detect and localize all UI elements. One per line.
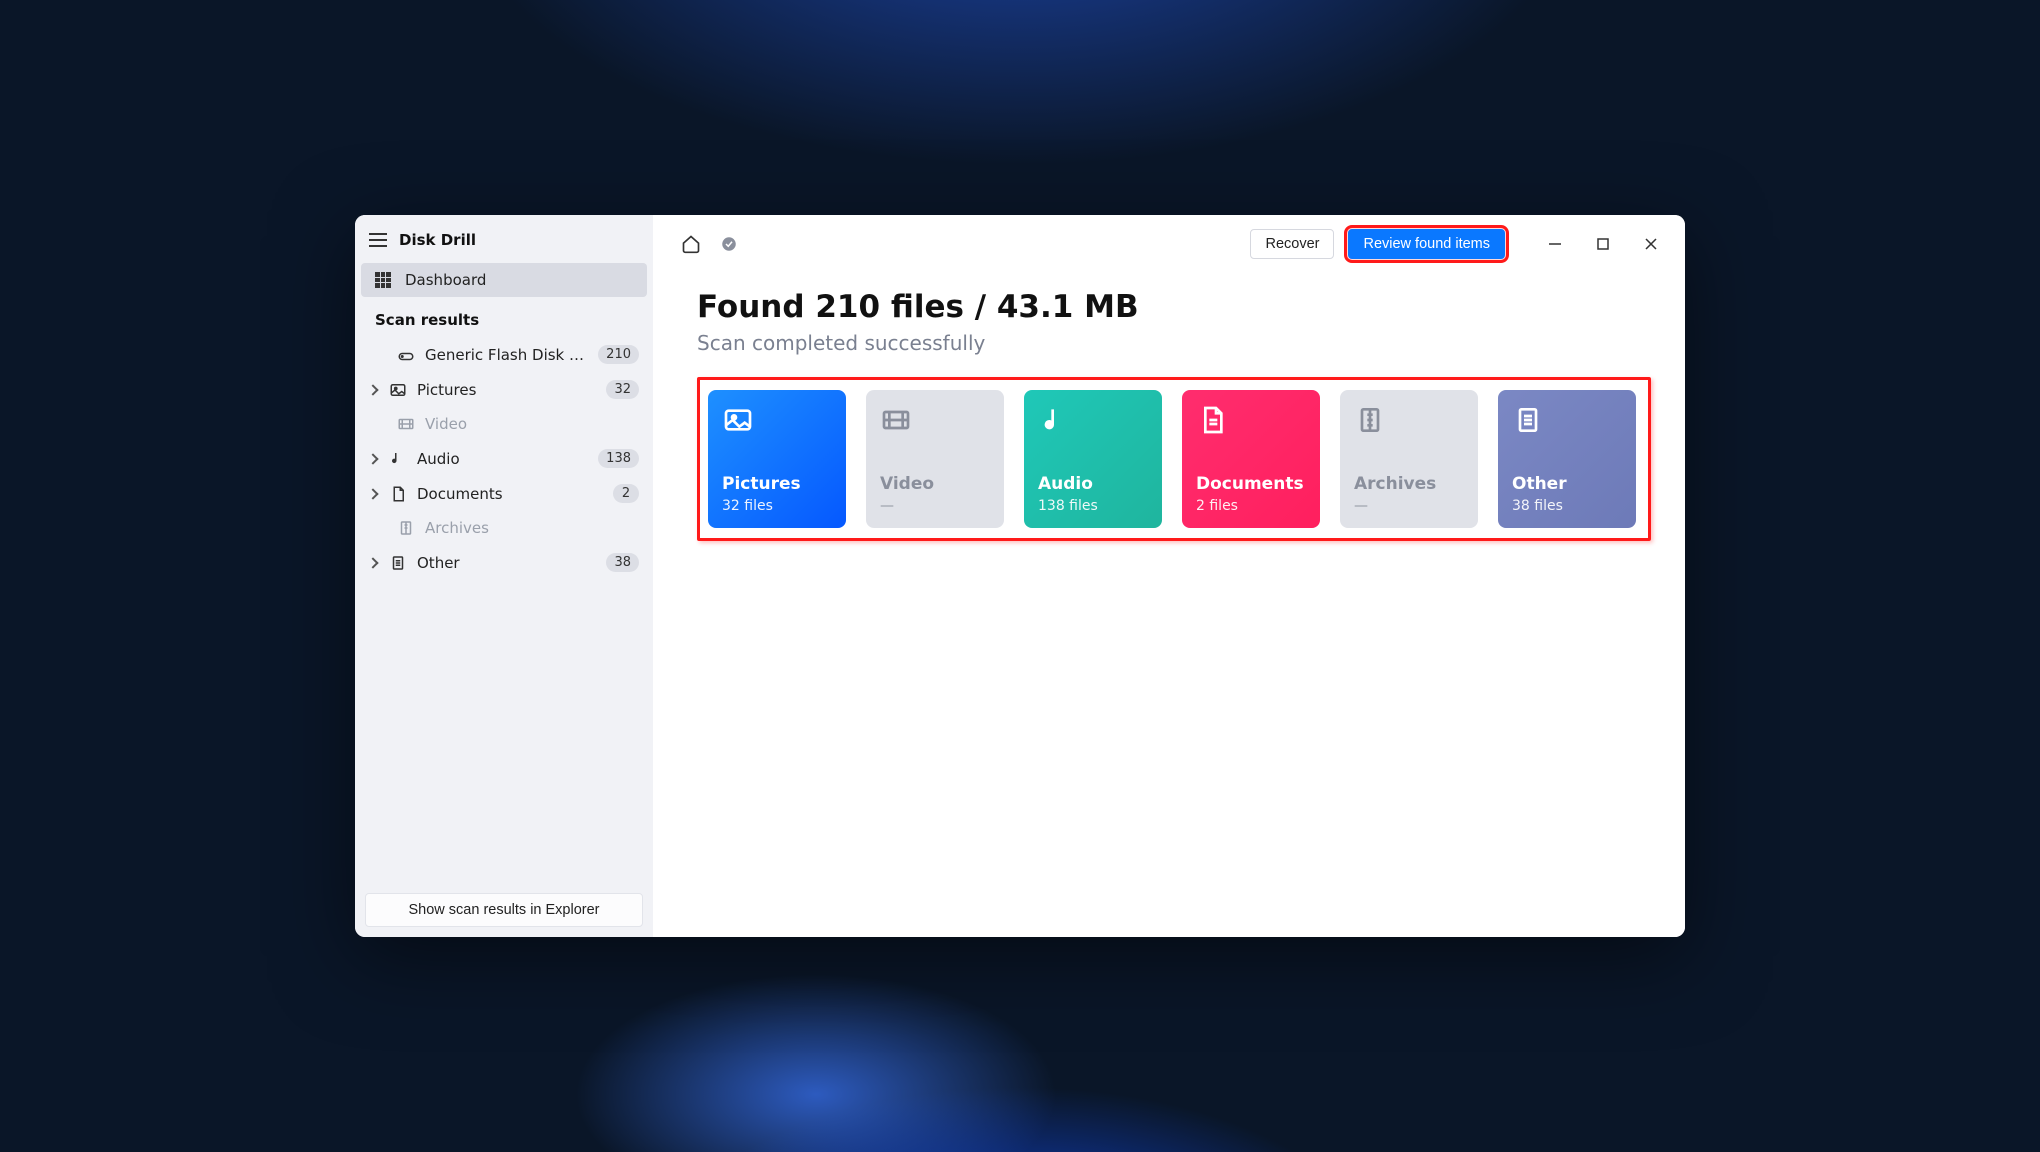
count-badge: 38 — [606, 553, 639, 572]
home-icon[interactable] — [679, 232, 703, 256]
count-badge: 210 — [598, 345, 639, 364]
card-subtitle: 2 files — [1196, 498, 1306, 514]
sidebar-header: Disk Drill — [355, 215, 653, 263]
sidebar: Disk Drill Dashboard Scan results Generi… — [355, 215, 653, 937]
other-icon — [389, 554, 407, 572]
card-title: Archives — [1354, 474, 1464, 494]
count-badge: 138 — [598, 449, 639, 468]
tree-label: Documents — [417, 485, 603, 503]
pictures-icon — [389, 381, 407, 399]
tree-item-video[interactable]: Video — [355, 407, 653, 441]
count-badge: 32 — [606, 380, 639, 399]
tree-item-archives[interactable]: Archives — [355, 511, 653, 545]
card-title: Documents — [1196, 474, 1306, 494]
menu-icon[interactable] — [369, 233, 387, 247]
card-subtitle: — — [880, 498, 990, 514]
show-in-explorer-button[interactable]: Show scan results in Explorer — [365, 893, 643, 927]
document-icon — [389, 485, 407, 503]
review-found-items-button[interactable]: Review found items — [1348, 229, 1505, 259]
tree-label: Generic Flash Disk USB… — [425, 346, 588, 364]
main-panel: Recover Review found items Found 210 fil… — [653, 215, 1685, 937]
results-heading: Found 210 files / 43.1 MB — [697, 289, 1651, 325]
chevron-icon — [367, 384, 378, 395]
card-subtitle: — — [1354, 498, 1464, 514]
app-window: Disk Drill Dashboard Scan results Generi… — [355, 215, 1685, 937]
content: Found 210 files / 43.1 MB Scan completed… — [653, 269, 1685, 575]
tree-item-disk[interactable]: Generic Flash Disk USB… 210 — [355, 337, 653, 372]
titlebar: Recover Review found items — [653, 215, 1685, 269]
recover-button[interactable]: Recover — [1250, 229, 1334, 259]
card-archives[interactable]: Archives — — [1340, 390, 1478, 528]
audio-icon — [1038, 404, 1074, 440]
results-subheading: Scan completed successfully — [697, 331, 1651, 355]
tree-label: Other — [417, 554, 596, 572]
nav-dashboard[interactable]: Dashboard — [361, 263, 647, 297]
tree-label: Audio — [417, 450, 588, 468]
card-subtitle: 38 files — [1512, 498, 1622, 514]
tree-label: Pictures — [417, 381, 596, 399]
tree-label: Archives — [425, 519, 639, 537]
tree-label: Video — [425, 415, 639, 433]
other-icon — [1512, 404, 1548, 440]
disk-icon — [397, 346, 415, 364]
video-icon — [880, 404, 916, 440]
tree-item-other[interactable]: Other 38 — [355, 545, 653, 580]
sidebar-footer: Show scan results in Explorer — [355, 883, 653, 937]
card-other[interactable]: Other 38 files — [1498, 390, 1636, 528]
card-title: Pictures — [722, 474, 832, 494]
card-audio[interactable]: Audio 138 files — [1024, 390, 1162, 528]
close-button[interactable] — [1627, 229, 1675, 259]
category-cards-highlight: Pictures 32 files Video — Audio 138 file… — [697, 377, 1651, 541]
tree-item-audio[interactable]: Audio 138 — [355, 441, 653, 476]
check-icon[interactable] — [717, 232, 741, 256]
maximize-button[interactable] — [1579, 229, 1627, 259]
card-subtitle: 32 files — [722, 498, 832, 514]
tree-item-documents[interactable]: Documents 2 — [355, 476, 653, 511]
count-badge: 2 — [613, 484, 639, 503]
chevron-icon — [367, 453, 378, 464]
card-title: Video — [880, 474, 990, 494]
card-pictures[interactable]: Pictures 32 files — [708, 390, 846, 528]
chevron-icon — [367, 557, 378, 568]
section-title: Scan results — [355, 297, 653, 337]
archive-icon — [397, 519, 415, 537]
window-controls — [1531, 229, 1675, 259]
document-icon — [1196, 404, 1232, 440]
card-title: Audio — [1038, 474, 1148, 494]
nav-dashboard-label: Dashboard — [405, 271, 486, 289]
card-video[interactable]: Video — — [866, 390, 1004, 528]
app-title: Disk Drill — [399, 231, 476, 249]
video-icon — [397, 415, 415, 433]
card-documents[interactable]: Documents 2 files — [1182, 390, 1320, 528]
chevron-icon — [367, 488, 378, 499]
card-subtitle: 138 files — [1038, 498, 1148, 514]
pictures-icon — [722, 404, 758, 440]
minimize-button[interactable] — [1531, 229, 1579, 259]
archive-icon — [1354, 404, 1390, 440]
tree-item-pictures[interactable]: Pictures 32 — [355, 372, 653, 407]
dashboard-icon — [375, 272, 391, 288]
card-title: Other — [1512, 474, 1622, 494]
audio-icon — [389, 450, 407, 468]
